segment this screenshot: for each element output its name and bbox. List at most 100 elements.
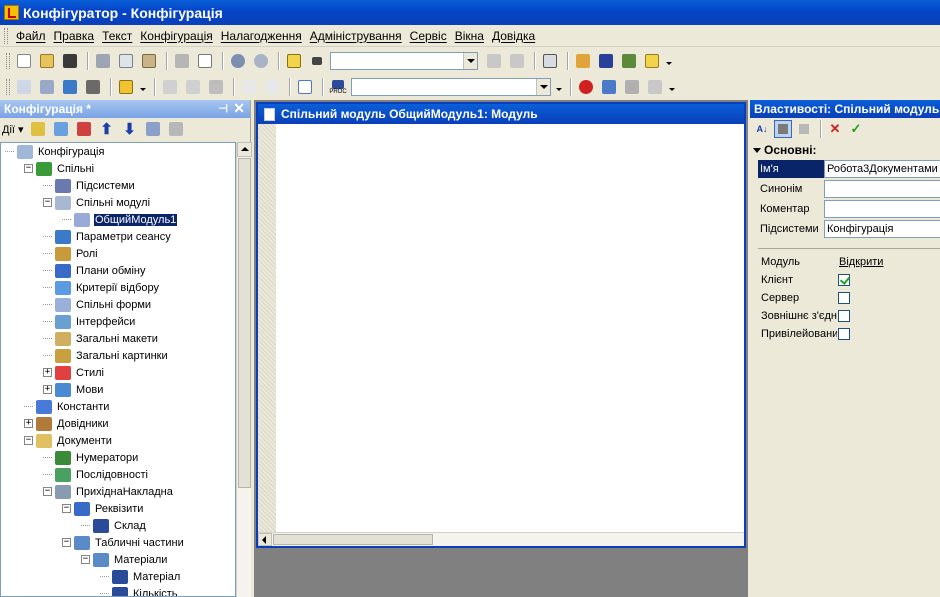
tree-item[interactable]: Конфігурація [5,143,105,160]
tree-item[interactable]: − ПрихіднаНакладна [43,483,174,500]
menu-windows[interactable]: Вікна [451,29,488,43]
tree-item[interactable]: + Довідники [24,415,110,432]
configuration-tree[interactable]: Конфігурація − Спільні Підсистеми − Спільні м… [0,142,236,597]
tree-item[interactable]: Матеріал [100,568,181,585]
tree-item[interactable]: + Стилі [43,364,105,381]
basic-section-header[interactable]: Основні: [750,143,817,157]
tree-item[interactable]: Загальні картинки [43,347,169,364]
scroll-left-icon[interactable] [258,533,272,546]
menu-debug[interactable]: Налагодження [217,29,306,43]
tree-item[interactable]: − Документи [24,432,113,449]
tree-item[interactable]: Нумератори [43,449,139,466]
collapse-icon[interactable]: − [62,504,71,513]
tree-item[interactable]: Параметри сеансу [43,228,172,245]
tree-item[interactable]: Ролі [43,245,99,262]
tree-item[interactable]: − Спільні [24,160,95,177]
chevron-down-icon[interactable] [665,52,673,70]
tree-item[interactable]: ОбщийМодуль1 [62,211,178,228]
paste-button[interactable] [139,51,159,71]
uncomment-button[interactable] [262,77,282,97]
menu-help[interactable]: Довідка [488,29,539,43]
close-icon[interactable]: ✕ [233,100,245,117]
collapse-icon[interactable]: − [43,487,52,496]
editor-horizontal-scrollbar[interactable] [258,532,744,546]
open-module-link[interactable]: Відкрити [839,253,883,271]
collapse-icon[interactable]: − [24,164,33,173]
tree-item[interactable]: Критерії відбору [43,279,160,296]
find-next-button[interactable] [307,51,327,71]
tree-scrollbar[interactable] [236,142,252,597]
subsystems-field[interactable]: Конфігурація [824,220,940,238]
menu-text[interactable]: Текст [98,29,136,43]
menu-service[interactable]: Сервіс [406,29,451,43]
tree-item[interactable]: Плани обміну [43,262,146,279]
scroll-thumb[interactable] [273,534,433,545]
help-search-button[interactable] [596,51,616,71]
apply-button[interactable]: ✓ [847,120,865,138]
tree-item[interactable]: − Реквізити [62,500,144,517]
syntax-helper-button[interactable] [619,51,639,71]
expand-icon[interactable]: + [43,368,52,377]
menu-edit[interactable]: Правка [50,29,99,43]
tree-item[interactable]: Константи [24,398,110,415]
tree-item[interactable]: Послідовності [43,466,149,483]
chevron-down-icon[interactable] [536,79,550,95]
windows-button[interactable] [540,51,560,71]
update-db-button[interactable] [60,77,80,97]
collapse-icon[interactable]: − [81,555,90,564]
move-down-button[interactable]: ⬇ [120,119,140,139]
chevron-down-icon[interactable] [555,78,563,96]
chevron-down-icon[interactable] [463,53,477,69]
actions-menu-button[interactable]: Дії ▾ [2,123,24,136]
breakpoint-list-button[interactable] [599,77,619,97]
expand-icon[interactable]: + [24,419,33,428]
categorized-button[interactable] [774,120,792,138]
procedures-combo[interactable] [351,78,551,96]
collapse-triangle-icon[interactable] [753,147,761,153]
delete-button[interactable] [74,119,94,139]
filter-button[interactable] [166,119,186,139]
procedures-button[interactable]: PROC [328,77,348,97]
copy-button[interactable] [116,51,136,71]
tree-item[interactable]: Спільні форми [43,296,152,313]
db-config-button[interactable] [83,77,103,97]
comment-button[interactable] [239,77,259,97]
collapse-icon[interactable]: − [24,436,33,445]
tree-item[interactable]: − Спільні модулі [43,194,151,211]
cut-button[interactable] [93,51,113,71]
tree-item[interactable]: Інтерфейси [43,313,136,330]
search-combo[interactable] [330,52,478,70]
sort-button[interactable] [143,119,163,139]
print-button[interactable] [172,51,192,71]
menu-administration[interactable]: Адміністрування [306,29,406,43]
add-button[interactable] [28,119,48,139]
find-next-result-button[interactable] [507,51,527,71]
save-button[interactable] [60,51,80,71]
paste-block-button[interactable] [183,77,203,97]
pin-icon[interactable]: ⊣ [218,102,228,115]
name-field[interactable]: Робота3Документами [824,160,940,178]
chevron-down-icon[interactable] [668,78,676,96]
expand-icon[interactable]: + [43,385,52,394]
synonym-field[interactable] [824,180,940,198]
preview-button[interactable] [195,51,215,71]
tree-item[interactable]: Кількість [100,585,179,596]
sort-alphabetical-button[interactable]: A↓ [753,120,771,138]
run-button[interactable] [116,77,136,97]
collapse-icon[interactable]: − [43,198,52,207]
save-config-button[interactable] [37,77,57,97]
tree-item[interactable]: − Табличні частини [62,534,185,551]
menu-configuration[interactable]: Конфігурація [136,29,216,43]
copy-block-button[interactable] [160,77,180,97]
privileged-checkbox[interactable] [838,328,850,340]
menu-file[interactable]: Файл [12,29,50,43]
module-editor-window[interactable]: Спільний модуль ОбщийМодуль1: Модуль [256,102,746,548]
tree-item[interactable]: Підсистеми [43,177,136,194]
find-previous-button[interactable] [484,51,504,71]
open-config-button[interactable] [14,77,34,97]
syntax-check-button[interactable] [295,77,315,97]
chevron-down-icon[interactable] [139,78,147,96]
tree-item[interactable]: − Матеріали [81,551,168,568]
template-button[interactable] [206,77,226,97]
client-checkbox[interactable] [838,274,850,286]
